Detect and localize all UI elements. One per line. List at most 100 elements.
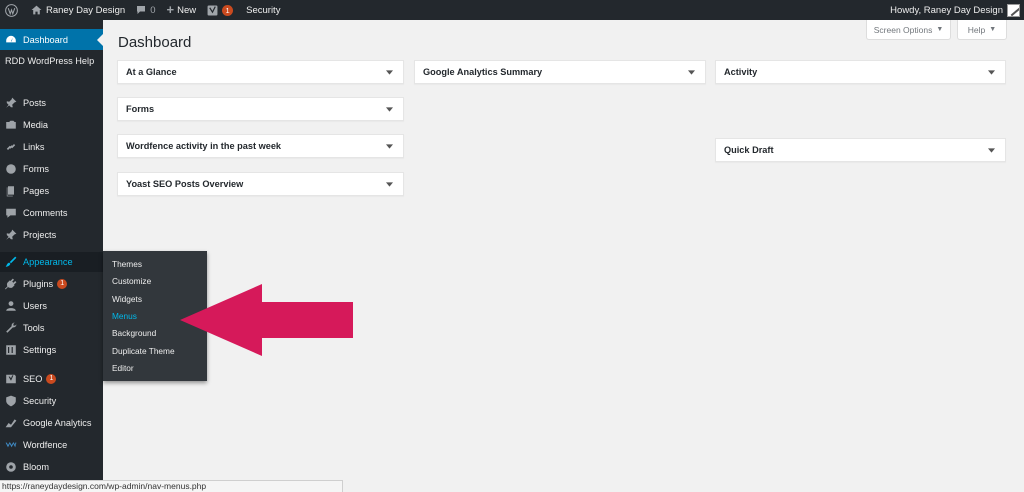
sidebar-item-users[interactable]: Users — [0, 297, 103, 315]
sidebar-item-label: Settings — [23, 345, 57, 355]
submenu-item-duplicate-theme[interactable]: Duplicate Theme — [112, 346, 175, 356]
sidebar-item-google-analytics[interactable]: Google Analytics — [0, 414, 103, 432]
sidebar-item-label: Pages — [23, 186, 50, 196]
site-name: Raney Day Design — [46, 4, 126, 16]
submenu-item-menus[interactable]: Menus — [112, 311, 137, 321]
sidebar-item-label: Projects — [23, 230, 57, 240]
submenu-item-editor[interactable]: Editor — [112, 363, 134, 373]
sidebar-item-label: Wordfence — [23, 440, 68, 450]
howdy-text: Howdy, Raney Day Design — [890, 4, 1003, 16]
media-camera-icon — [5, 119, 17, 131]
sidebar-item-settings[interactable]: Settings — [0, 341, 103, 359]
admin-sidebar: Dashboard RDD WordPress Help Posts Media… — [0, 20, 103, 480]
users-icon — [5, 300, 17, 312]
new-content-link[interactable]: + New — [161, 0, 202, 20]
sidebar-item-appearance[interactable]: Appearance — [0, 252, 103, 272]
sidebar-item-security[interactable]: Security — [0, 392, 103, 410]
sidebar-item-label: Users — [23, 301, 47, 311]
sidebar-item-label: Security — [23, 396, 57, 406]
widget-title: Google Analytics Summary — [423, 67, 543, 77]
widget-title: Yoast SEO Posts Overview — [126, 179, 244, 189]
comments-link[interactable]: 0 — [130, 0, 160, 20]
widget-title: Forms — [126, 104, 155, 114]
sidebar-item-projects[interactable]: Projects — [0, 226, 103, 244]
sidebar-item-dashboard[interactable]: Dashboard — [0, 29, 103, 50]
site-name-link[interactable]: Raney Day Design — [26, 0, 130, 20]
yoast-notification-badge: 1 — [222, 4, 234, 16]
wordfence-icon — [5, 439, 17, 451]
sidebar-item-pages[interactable]: Pages — [0, 182, 103, 200]
sidebar-item-label: RDD WordPress Help — [5, 56, 95, 66]
screen-options-button[interactable]: Screen Options ▼ — [866, 20, 951, 40]
widget-quick-draft[interactable]: Quick Draft — [715, 138, 1006, 162]
sidebar-item-label: Dashboard — [23, 34, 68, 45]
caret-down-icon[interactable] — [384, 69, 394, 75]
yoast-icon — [5, 373, 17, 385]
plus-icon: + — [166, 2, 175, 17]
settings-sliders-icon — [5, 344, 17, 356]
widget-wordfence-activity[interactable]: Wordfence activity in the past week — [117, 134, 404, 158]
help-button[interactable]: Help ▼ — [957, 20, 1007, 40]
help-label: Help — [967, 24, 986, 35]
caret-down-icon[interactable] — [384, 106, 394, 112]
widget-yoast-seo-overview[interactable]: Yoast SEO Posts Overview — [117, 172, 404, 196]
sidebar-item-bloom[interactable]: Bloom — [0, 458, 103, 476]
sidebar-item-label: Bloom — [23, 462, 50, 472]
plugins-update-badge: 1 — [57, 279, 68, 289]
comments-count: 0 — [150, 4, 156, 16]
sidebar-item-forms[interactable]: Forms — [0, 160, 103, 178]
sidebar-item-rdd-help[interactable]: RDD WordPress Help — [0, 54, 103, 80]
comment-bubble-icon — [5, 207, 17, 219]
caret-down-icon[interactable] — [384, 181, 394, 187]
sidebar-item-comments[interactable]: Comments — [0, 204, 103, 222]
link-chain-icon — [5, 141, 17, 153]
caret-down-icon[interactable] — [686, 69, 696, 75]
widget-title: Wordfence activity in the past week — [126, 141, 282, 151]
bloom-flower-icon — [5, 461, 17, 473]
browser-status-bar: https://raneydaydesign.com/wp-admin/nav-… — [0, 480, 343, 492]
analytics-chart-icon — [5, 417, 17, 429]
submenu-item-customize[interactable]: Customize — [112, 276, 151, 286]
sidebar-item-media[interactable]: Media — [0, 116, 103, 134]
submenu-item-themes[interactable]: Themes — [112, 259, 142, 269]
my-account-link[interactable]: Howdy, Raney Day Design — [885, 0, 1024, 20]
sidebar-item-seo[interactable]: SEO 1 — [0, 370, 103, 388]
seo-notification-badge: 1 — [46, 374, 57, 384]
widget-activity[interactable]: Activity — [715, 60, 1006, 84]
widget-at-a-glance[interactable]: At a Glance — [117, 60, 404, 84]
sidebar-item-label: Posts — [23, 98, 46, 108]
yoast-icon — [207, 5, 218, 15]
caret-down-icon: ▼ — [936, 26, 944, 33]
widget-forms[interactable]: Forms — [117, 97, 404, 121]
sidebar-item-links[interactable]: Links — [0, 138, 103, 156]
forms-icon — [5, 163, 17, 175]
annotation-arrow — [180, 284, 353, 356]
pushpin-icon — [5, 229, 17, 241]
sidebar-item-label: Appearance — [23, 257, 73, 267]
caret-down-icon: ▼ — [989, 26, 997, 33]
caret-down-icon[interactable] — [986, 69, 996, 75]
avatar — [1007, 3, 1020, 17]
sidebar-item-tools[interactable]: Tools — [0, 319, 103, 337]
caret-down-icon[interactable] — [986, 147, 996, 153]
sidebar-item-label: Plugins — [23, 279, 54, 289]
sidebar-item-label: Google Analytics — [23, 418, 92, 428]
pages-icon — [5, 185, 17, 197]
sidebar-item-wordfence[interactable]: Wordfence — [0, 436, 103, 454]
security-link[interactable]: Security — [238, 0, 285, 20]
pushpin-icon — [5, 97, 17, 109]
caret-down-icon[interactable] — [384, 143, 394, 149]
widget-google-analytics-summary[interactable]: Google Analytics Summary — [414, 60, 706, 84]
wordpress-logo-button[interactable] — [0, 0, 26, 20]
widget-title: Activity — [724, 67, 758, 77]
screen-options-label: Screen Options — [873, 24, 933, 35]
comment-bubble-icon — [137, 6, 146, 14]
sidebar-item-label: SEO — [23, 374, 43, 384]
submenu-item-background[interactable]: Background — [112, 328, 156, 338]
sidebar-item-posts[interactable]: Posts — [0, 94, 103, 112]
home-icon — [31, 5, 42, 15]
sidebar-item-plugins[interactable]: Plugins 1 — [0, 275, 103, 293]
submenu-item-widgets[interactable]: Widgets — [112, 294, 142, 304]
widget-title: At a Glance — [126, 67, 177, 77]
yoast-seo-link[interactable]: 1 — [201, 0, 238, 20]
